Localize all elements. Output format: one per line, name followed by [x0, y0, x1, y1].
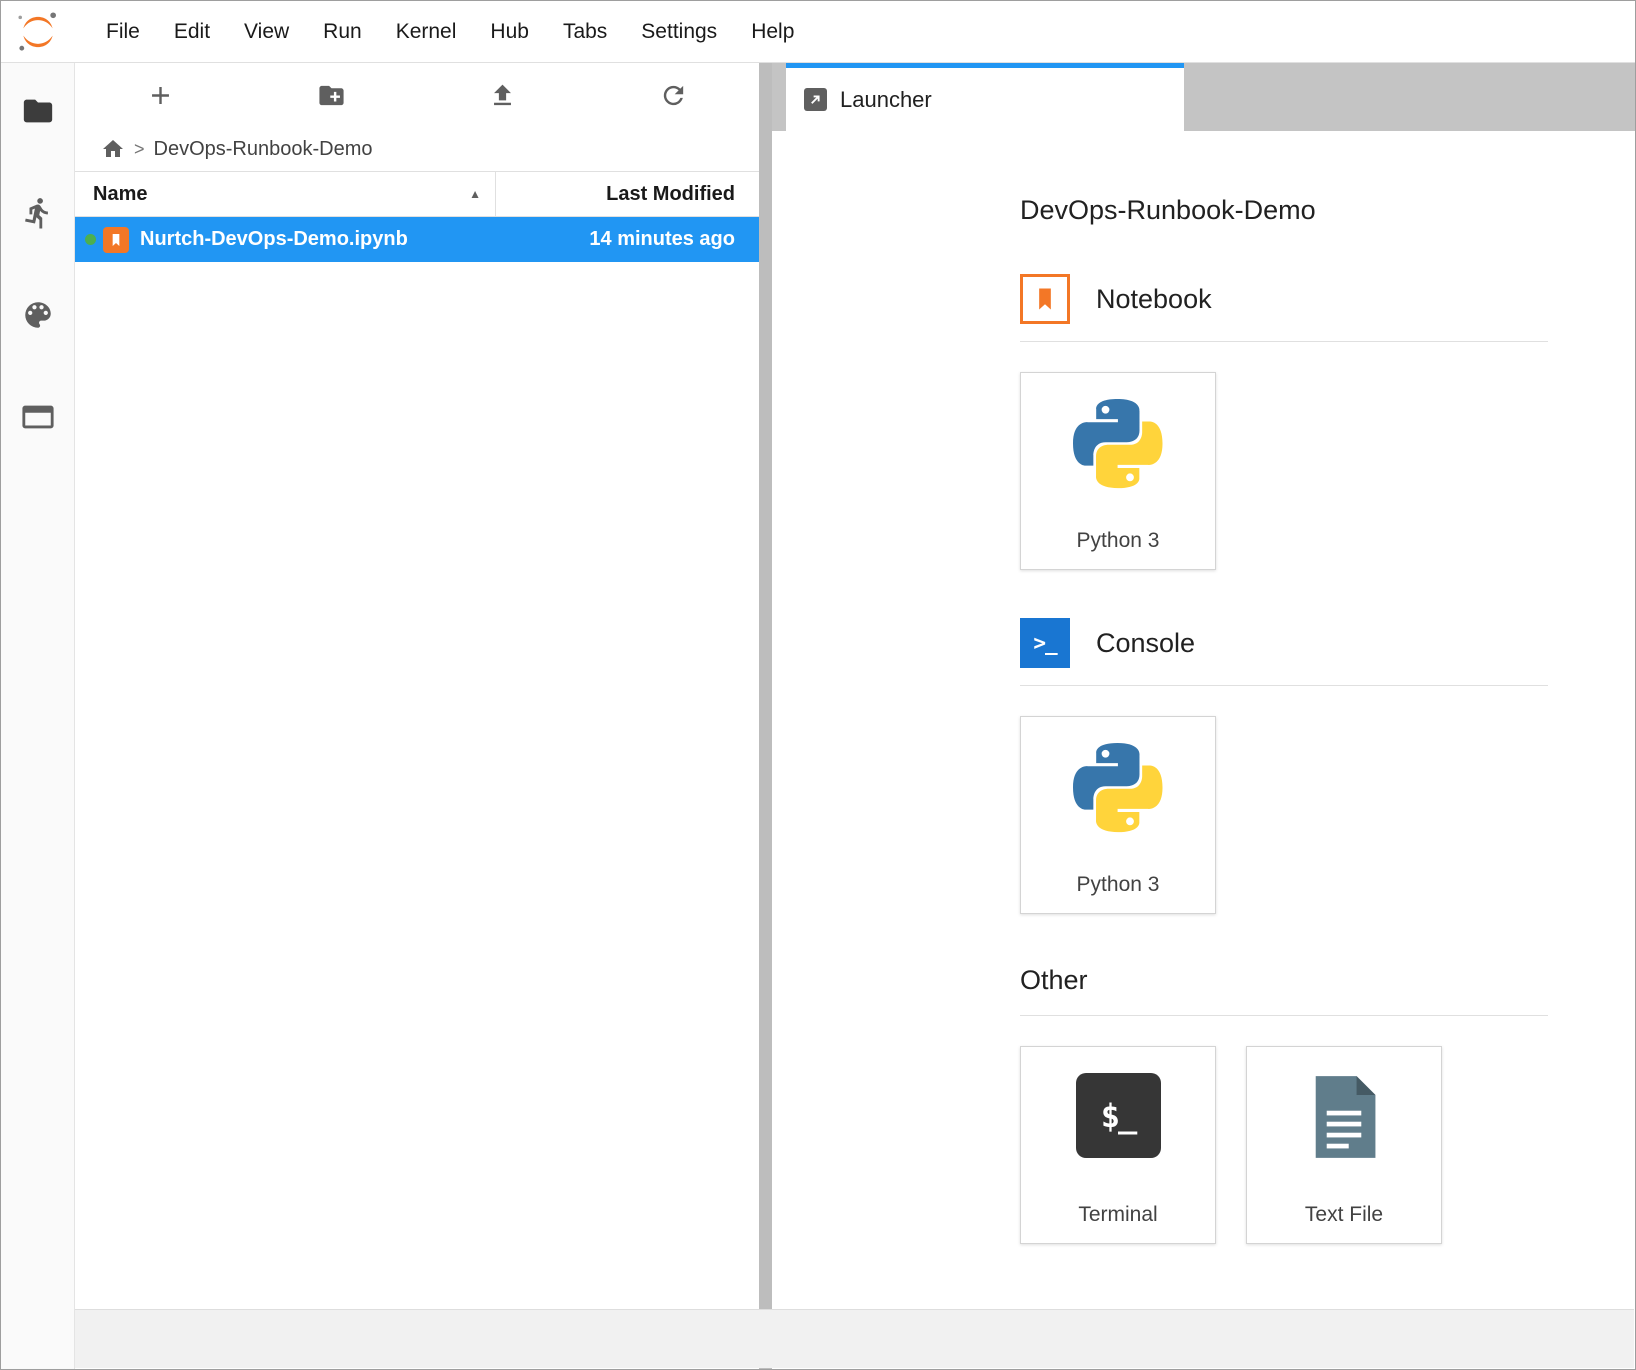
file-list-header: Name ▲ Last Modified: [75, 171, 759, 217]
new-launcher-plus-icon[interactable]: [75, 81, 246, 110]
card-label: Text File: [1305, 1203, 1383, 1227]
file-row-selected[interactable]: Nurtch-DevOps-Demo.ipynb 14 minutes ago: [75, 217, 759, 262]
menu-kernel[interactable]: Kernel: [379, 20, 474, 44]
kernel-running-indicator: [85, 234, 96, 245]
column-modified-label: Last Modified: [606, 183, 735, 206]
card-label: Python 3: [1077, 529, 1160, 553]
launcher-section-console: >_ Console: [1020, 618, 1548, 914]
file-last-modified: 14 minutes ago: [589, 228, 759, 251]
menu-bar: File Edit View Run Kernel Hub Tabs Setti…: [1, 1, 1635, 63]
launcher-card-terminal[interactable]: $_ Terminal: [1020, 1046, 1216, 1244]
card-label: Terminal: [1078, 1203, 1157, 1227]
terminal-icon: $_: [1076, 1073, 1161, 1158]
main-area: Launcher DevOps-Runbook-Demo Notebook: [772, 63, 1635, 1369]
refresh-icon[interactable]: [588, 81, 759, 110]
tab-bar: Launcher: [772, 63, 1635, 131]
notebook-icon: [1020, 274, 1070, 324]
running-sessions-running-man-icon[interactable]: [18, 193, 58, 233]
launcher-panel: DevOps-Runbook-Demo Notebook: [772, 131, 1635, 1369]
upload-icon[interactable]: [417, 81, 588, 110]
home-icon[interactable]: [101, 137, 125, 161]
tab-launcher-label: Launcher: [840, 87, 932, 113]
command-palette-icon[interactable]: [18, 295, 58, 335]
menu-file[interactable]: File: [89, 20, 157, 44]
notebook-file-icon: [103, 227, 129, 253]
column-name-label: Name: [93, 183, 147, 206]
panel-splitter[interactable]: [759, 63, 772, 1369]
file-browser-panel: > DevOps-Runbook-Demo Name ▲ Last Modifi…: [75, 63, 759, 1369]
menu-settings[interactable]: Settings: [624, 20, 734, 44]
menu-edit[interactable]: Edit: [157, 20, 227, 44]
python-logo-icon: [1073, 743, 1163, 833]
launcher-card-python3-console[interactable]: Python 3: [1020, 716, 1216, 914]
launcher-section-other: Other $_ Terminal: [1020, 962, 1548, 1244]
menu-help[interactable]: Help: [734, 20, 811, 44]
breadcrumb-current-folder: DevOps-Runbook-Demo: [154, 138, 373, 161]
launcher-card-text-file[interactable]: Text File: [1246, 1046, 1442, 1244]
breadcrumb-separator: >: [134, 139, 145, 160]
section-divider: [1020, 341, 1548, 342]
launcher-card-python3-notebook[interactable]: Python 3: [1020, 372, 1216, 570]
column-header-last-modified[interactable]: Last Modified: [495, 172, 759, 216]
section-divider: [1020, 1015, 1548, 1016]
section-label-console: Console: [1096, 628, 1195, 659]
tab-launcher[interactable]: Launcher: [786, 63, 1184, 131]
breadcrumb: > DevOps-Runbook-Demo: [75, 127, 759, 171]
section-label-other: Other: [1020, 965, 1088, 996]
window-bottom-strip: [75, 1309, 1634, 1368]
section-divider: [1020, 685, 1548, 686]
file-name: Nurtch-DevOps-Demo.ipynb: [140, 228, 589, 251]
open-tabs-icon[interactable]: [18, 397, 58, 437]
menu-hub[interactable]: Hub: [473, 20, 546, 44]
new-folder-icon[interactable]: [246, 81, 417, 110]
menu-view[interactable]: View: [227, 20, 306, 44]
menu-run[interactable]: Run: [306, 20, 379, 44]
launcher-section-notebook: Notebook Python: [1020, 274, 1548, 570]
card-label: Python 3: [1077, 873, 1160, 897]
console-icon: >_: [1020, 618, 1070, 668]
launcher-title: DevOps-Runbook-Demo: [1020, 195, 1548, 226]
text-file-icon: [1306, 1073, 1382, 1161]
file-browser-tab-folder-icon[interactable]: [18, 91, 58, 131]
activity-bar: [1, 63, 75, 1369]
jupyterlab-window: File Edit View Run Kernel Hub Tabs Setti…: [0, 0, 1636, 1370]
menu-items: File Edit View Run Kernel Hub Tabs Setti…: [89, 20, 811, 44]
sort-ascending-icon: ▲: [469, 187, 481, 201]
jupyter-logo-icon: [15, 9, 61, 55]
launcher-tab-icon: [804, 88, 827, 111]
menu-tabs[interactable]: Tabs: [546, 20, 624, 44]
python-logo-icon: [1073, 399, 1163, 489]
file-browser-toolbar: [75, 63, 759, 127]
section-label-notebook: Notebook: [1096, 284, 1212, 315]
column-header-name[interactable]: Name ▲: [75, 172, 495, 216]
